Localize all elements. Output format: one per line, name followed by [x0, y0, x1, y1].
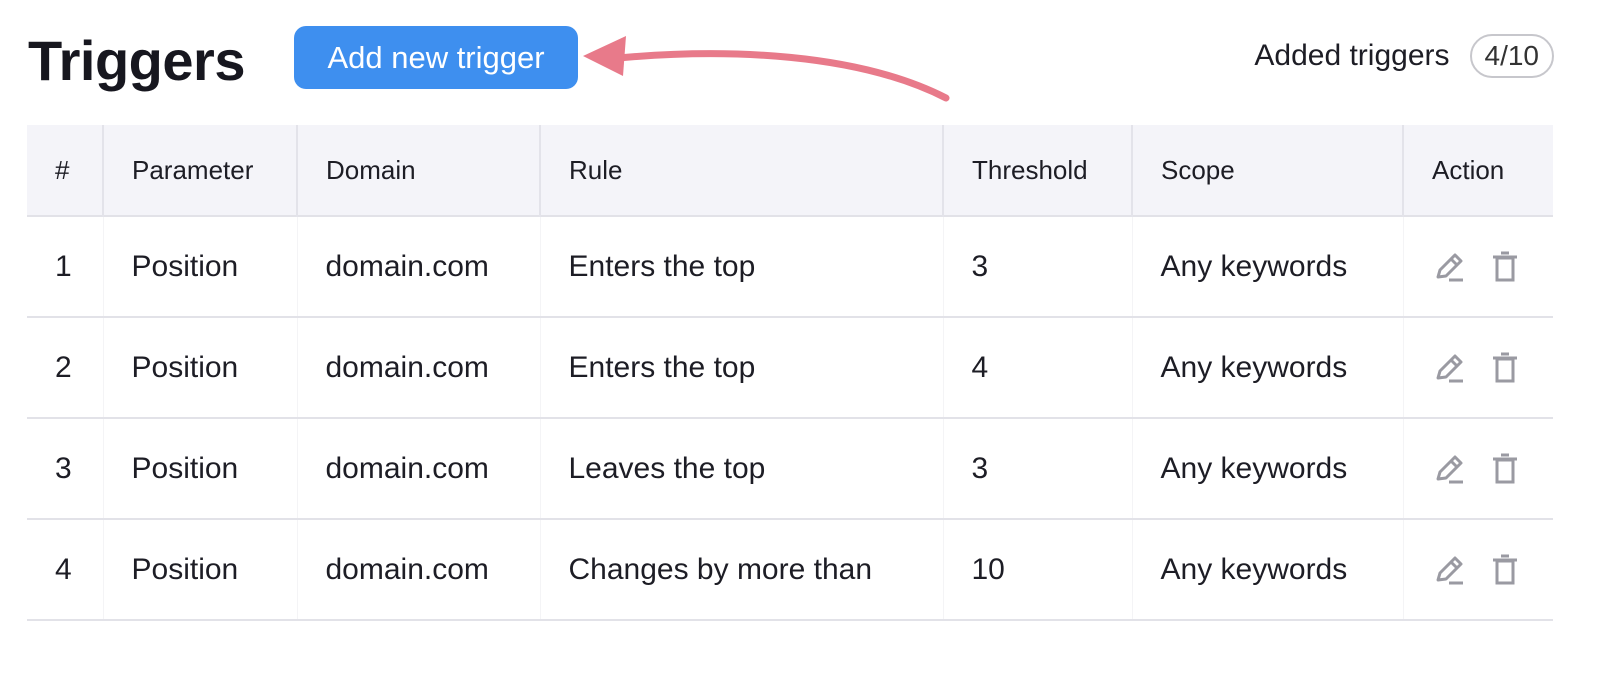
cell-parameter: Position [102, 317, 297, 418]
cell-threshold: 3 [942, 216, 1132, 317]
pencil-icon[interactable] [1432, 553, 1466, 587]
trash-icon[interactable] [1488, 452, 1522, 486]
table-row: 1 Position domain.com Enters the top 3 A… [27, 216, 1553, 317]
cell-rule: Enters the top [539, 216, 943, 317]
cell-domain: domain.com [296, 317, 540, 418]
counter-badge: 4/10 [1469, 34, 1554, 78]
cell-domain: domain.com [296, 418, 540, 519]
cell-scope: Any keywords [1131, 418, 1403, 519]
cell-parameter: Position [102, 519, 297, 620]
column-header-parameter[interactable]: Parameter [102, 125, 297, 216]
cell-threshold: 4 [942, 317, 1132, 418]
cell-action [1402, 317, 1553, 418]
cell-rule: Enters the top [539, 317, 943, 418]
table-row: 2 Position domain.com Enters the top 4 A… [27, 317, 1553, 418]
cell-scope: Any keywords [1131, 216, 1403, 317]
add-new-trigger-button[interactable]: Add new trigger [294, 26, 578, 89]
added-triggers-counter: Added triggers 4/10 [1254, 34, 1554, 78]
cell-threshold: 3 [942, 418, 1132, 519]
column-header-action: Action [1402, 125, 1553, 216]
page-title: Triggers [28, 29, 245, 92]
pencil-icon[interactable] [1432, 250, 1466, 284]
annotation-arrow-icon [583, 36, 950, 102]
trash-icon[interactable] [1488, 553, 1522, 587]
cell-rule: Changes by more than [539, 519, 943, 620]
column-header-domain[interactable]: Domain [296, 125, 540, 216]
column-header-scope[interactable]: Scope [1131, 125, 1403, 216]
cell-number: 3 [55, 451, 72, 485]
cell-number: 1 [55, 249, 72, 283]
cell-scope: Any keywords [1131, 317, 1403, 418]
cell-number: 2 [55, 350, 72, 384]
cell-domain: domain.com [296, 216, 540, 317]
column-header-rule[interactable]: Rule [539, 125, 943, 216]
cell-number: 4 [55, 552, 72, 586]
column-header-number[interactable]: # [27, 125, 103, 216]
trash-icon[interactable] [1488, 351, 1522, 385]
trash-icon[interactable] [1488, 250, 1522, 284]
triggers-table: # Parameter Domain Rule Threshold Scope … [27, 125, 1553, 621]
cell-action [1402, 216, 1553, 317]
cell-action [1402, 519, 1553, 620]
cell-domain: domain.com [296, 519, 540, 620]
table-row: 4 Position domain.com Changes by more th… [27, 519, 1553, 620]
cell-parameter: Position [102, 418, 297, 519]
table-header-row: # Parameter Domain Rule Threshold Scope … [27, 125, 1553, 216]
pencil-icon[interactable] [1432, 351, 1466, 385]
table-row: 3 Position domain.com Leaves the top 3 A… [27, 418, 1553, 519]
cell-threshold: 10 [942, 519, 1132, 620]
pencil-icon[interactable] [1432, 452, 1466, 486]
cell-scope: Any keywords [1131, 519, 1403, 620]
column-header-threshold[interactable]: Threshold [942, 125, 1132, 216]
cell-parameter: Position [102, 216, 297, 317]
counter-label: Added triggers [1254, 39, 1450, 72]
cell-action [1402, 418, 1553, 519]
cell-rule: Leaves the top [539, 418, 943, 519]
